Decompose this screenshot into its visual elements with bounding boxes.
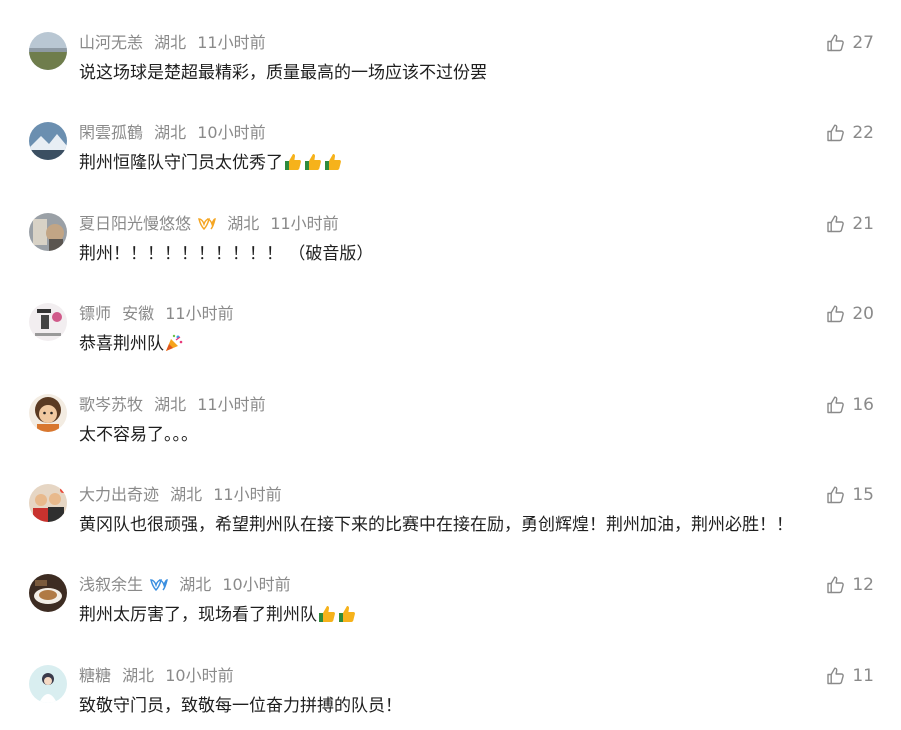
thumbs-up-icon bbox=[827, 124, 845, 142]
like-button[interactable]: 11 bbox=[826, 665, 874, 687]
timestamp: 10小时前 bbox=[197, 123, 266, 142]
vip-badge-icon bbox=[198, 218, 217, 231]
comment-meta: 糖糖 湖北 10小时前 bbox=[79, 665, 240, 687]
username[interactable]: 大力出奇迹 bbox=[79, 485, 159, 504]
like-count: 11 bbox=[852, 666, 874, 686]
username[interactable]: 歌岑苏牧 bbox=[79, 395, 143, 414]
comment-text-content: 荆州恒隆队守门员太优秀了 bbox=[79, 153, 283, 173]
comment-item: 镖师 安徽 11小时前 恭喜荆州队 20 bbox=[0, 303, 901, 393]
username[interactable]: 糖糖 bbox=[79, 666, 111, 685]
like-count: 16 bbox=[852, 395, 874, 415]
comment-item: 閑雲孤鶴 湖北 10小时前 荆州恒隆队守门员太优秀了 22 bbox=[0, 122, 901, 212]
timestamp: 10小时前 bbox=[165, 666, 234, 685]
avatar[interactable] bbox=[29, 574, 67, 612]
comment-text-content: 恭喜荆州队 bbox=[79, 334, 164, 354]
thumbs-up-emoji-icon bbox=[339, 606, 355, 622]
vip-badge-icon bbox=[150, 579, 169, 592]
avatar[interactable] bbox=[29, 665, 67, 703]
like-count: 12 bbox=[852, 575, 874, 595]
like-button[interactable]: 20 bbox=[826, 303, 874, 325]
comment-meta: 大力出奇迹 湖北 11小时前 bbox=[79, 484, 288, 506]
thumbs-up-icon bbox=[827, 34, 845, 52]
thumbs-up-icon bbox=[827, 215, 845, 233]
comment-text: 说这场球是楚超最精彩，质量最高的一场应该不过份罢 bbox=[79, 63, 487, 83]
like-button[interactable]: 12 bbox=[826, 574, 874, 596]
avatar[interactable] bbox=[29, 213, 67, 251]
like-count: 27 bbox=[852, 33, 874, 53]
location: 湖北 bbox=[179, 575, 212, 594]
comment-text: 太不容易了。。。 bbox=[79, 425, 198, 445]
timestamp: 11小时前 bbox=[213, 485, 282, 504]
timestamp: 11小时前 bbox=[197, 395, 266, 414]
location: 安徽 bbox=[122, 304, 155, 323]
avatar[interactable] bbox=[29, 122, 67, 160]
thumbs-up-icon bbox=[827, 576, 845, 594]
username[interactable]: 浅叙余生 bbox=[79, 575, 143, 594]
comment-text: 致敬守门员，致敬每一位奋力拼搏的队员！ bbox=[79, 696, 402, 716]
comment-meta: 山河无恙 湖北 11小时前 bbox=[79, 32, 272, 54]
timestamp: 11小时前 bbox=[165, 304, 234, 323]
like-count: 15 bbox=[852, 485, 874, 505]
comment-text: 荆州恒隆队守门员太优秀了 bbox=[79, 152, 343, 174]
thumbs-up-emoji-icon bbox=[285, 154, 301, 170]
location: 湖北 bbox=[170, 485, 203, 504]
location: 湖北 bbox=[227, 214, 260, 233]
comment-item: 糖糖 湖北 10小时前 致敬守门员，致敬每一位奋力拼搏的队员！ 11 bbox=[0, 665, 901, 730]
timestamp: 10小时前 bbox=[222, 575, 291, 594]
comment-item: 夏日阳光慢悠悠 湖北 11小时前 荆州！！！！！！！！！！ （破音版） 21 bbox=[0, 213, 901, 303]
comment-meta: 夏日阳光慢悠悠 湖北 11小时前 bbox=[79, 213, 345, 235]
comment-text: 黄冈队也很顽强，希望荆州队在接下来的比赛中在接在励，勇创辉煌！荆州加油，荆州必胜… bbox=[79, 515, 793, 535]
avatar[interactable] bbox=[29, 484, 67, 522]
comment-meta: 镖师 安徽 11小时前 bbox=[79, 303, 240, 325]
username[interactable]: 镖师 bbox=[79, 304, 111, 323]
location: 湖北 bbox=[154, 123, 187, 142]
like-count: 22 bbox=[852, 123, 874, 143]
location: 湖北 bbox=[154, 395, 187, 414]
thumbs-up-icon bbox=[827, 396, 845, 414]
comment-meta: 閑雲孤鶴 湖北 10小时前 bbox=[79, 122, 272, 144]
like-count: 21 bbox=[852, 214, 874, 234]
timestamp: 11小时前 bbox=[270, 214, 339, 233]
comment-text: 荆州！！！！！！！！！！ （破音版） bbox=[79, 244, 374, 264]
comment-item: 浅叙余生 湖北 10小时前 荆州太厉害了，现场看了荆州队 12 bbox=[0, 574, 901, 664]
thumbs-up-icon bbox=[827, 486, 845, 504]
like-button[interactable]: 22 bbox=[826, 122, 874, 144]
party-popper-icon bbox=[166, 334, 183, 351]
thumbs-up-emoji-icon bbox=[319, 606, 335, 622]
username[interactable]: 夏日阳光慢悠悠 bbox=[79, 214, 191, 233]
thumbs-up-emoji-icon bbox=[305, 154, 321, 170]
timestamp: 11小时前 bbox=[197, 33, 266, 52]
location: 湖北 bbox=[122, 666, 155, 685]
thumbs-up-icon bbox=[827, 667, 845, 685]
avatar[interactable] bbox=[29, 32, 67, 70]
location: 湖北 bbox=[154, 33, 187, 52]
comment-meta: 浅叙余生 湖北 10小时前 bbox=[79, 574, 297, 596]
comment-list: 山河无恙 湖北 11小时前 说这场球是楚超最精彩，质量最高的一场应该不过份罢 2… bbox=[0, 0, 901, 730]
comment-text-content: 荆州太厉害了，现场看了荆州队 bbox=[79, 605, 317, 625]
comment-item: 歌岑苏牧 湖北 11小时前 太不容易了。。。 16 bbox=[0, 394, 901, 484]
comment-item: 大力出奇迹 湖北 11小时前 黄冈队也很顽强，希望荆州队在接下来的比赛中在接在励… bbox=[0, 484, 901, 574]
like-button[interactable]: 16 bbox=[826, 394, 874, 416]
thumbs-up-emoji-icon bbox=[325, 154, 341, 170]
like-button[interactable]: 15 bbox=[826, 484, 874, 506]
avatar[interactable] bbox=[29, 394, 67, 432]
like-count: 20 bbox=[852, 304, 874, 324]
comment-text: 荆州太厉害了，现场看了荆州队 bbox=[79, 604, 357, 626]
username[interactable]: 閑雲孤鶴 bbox=[79, 123, 143, 142]
username[interactable]: 山河无恙 bbox=[79, 33, 143, 52]
thumbs-up-icon bbox=[827, 305, 845, 323]
like-button[interactable]: 21 bbox=[826, 213, 874, 235]
comment-meta: 歌岑苏牧 湖北 11小时前 bbox=[79, 394, 272, 416]
avatar[interactable] bbox=[29, 303, 67, 341]
comment-item: 山河无恙 湖北 11小时前 说这场球是楚超最精彩，质量最高的一场应该不过份罢 2… bbox=[0, 32, 901, 122]
like-button[interactable]: 27 bbox=[826, 32, 874, 54]
comment-text: 恭喜荆州队 bbox=[79, 333, 184, 355]
